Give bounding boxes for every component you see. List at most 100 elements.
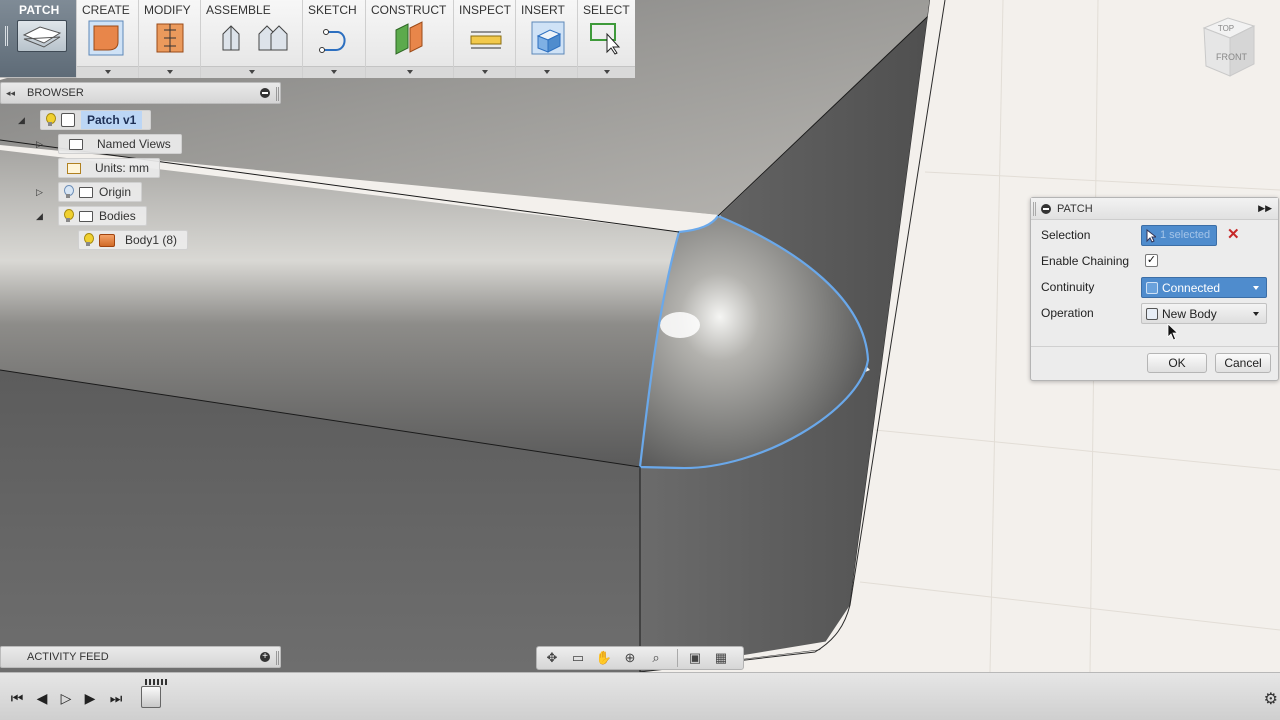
sketch-curve-icon[interactable] xyxy=(316,20,352,56)
as-built-joint-icon[interactable] xyxy=(255,20,291,56)
panel-grip-icon[interactable] xyxy=(276,651,279,665)
go-to-end-icon[interactable]: ⏭ xyxy=(108,690,124,706)
modify-icon[interactable] xyxy=(153,20,189,56)
viewcube-top-label[interactable]: TOP xyxy=(1218,24,1234,33)
assemble-dropdown-arrow[interactable] xyxy=(201,66,302,78)
browser-item-label: Bodies xyxy=(99,209,136,223)
orbit-icon[interactable]: ✥ xyxy=(541,649,563,667)
operation-label: Operation xyxy=(1041,306,1094,320)
browser-title: BROWSER xyxy=(27,87,84,99)
chevron-down-icon xyxy=(1253,286,1259,290)
workspace-switcher[interactable]: PATCH xyxy=(0,0,76,77)
cursor-icon xyxy=(1146,229,1156,243)
viewcube-front-label[interactable]: FRONT xyxy=(1216,52,1247,62)
operation-row: Operation New Body xyxy=(1041,302,1271,324)
modify-group[interactable]: MODIFY xyxy=(138,0,200,78)
browser-item-root[interactable]: ◢ Patch v1 xyxy=(18,110,152,130)
view-cube[interactable]: TOP FRONT xyxy=(1196,14,1260,86)
dialog-grip-icon[interactable] xyxy=(1033,202,1036,216)
activity-feed-title: ACTIVITY FEED xyxy=(27,651,109,663)
joint-icon[interactable] xyxy=(213,20,249,56)
expand-plus-icon[interactable]: + xyxy=(260,652,270,662)
create-patch-icon[interactable] xyxy=(88,20,124,56)
continuity-dropdown[interactable]: Connected xyxy=(1141,277,1267,298)
dialog-header[interactable]: PATCH ▶▶ xyxy=(1031,198,1278,220)
new-body-icon xyxy=(1146,308,1158,320)
timeline-feature-patch[interactable] xyxy=(141,686,161,708)
sketch-dropdown-arrow[interactable] xyxy=(303,66,365,78)
select-label: SELECT xyxy=(583,3,630,17)
continuity-icon xyxy=(1146,282,1158,294)
construct-dropdown-arrow[interactable] xyxy=(366,66,453,78)
expanded-triangle-icon[interactable]: ◢ xyxy=(18,115,25,126)
zoom-window-icon[interactable]: ⊕ xyxy=(619,649,641,667)
collapse-panel-icon[interactable]: ◂◂ xyxy=(6,88,15,99)
assemble-label: ASSEMBLE xyxy=(206,3,271,17)
look-at-icon[interactable]: ▭ xyxy=(567,649,589,667)
navigation-bar: ✥ ▭ ✋ ⊕ ⌕ ▣ ▦ xyxy=(536,646,744,670)
insert-dropdown-arrow[interactable] xyxy=(516,66,577,78)
document-icon xyxy=(61,113,75,127)
zoom-fit-icon[interactable]: ⌕ xyxy=(645,649,667,667)
panel-grip-icon[interactable] xyxy=(276,87,279,101)
visibility-bulb-icon[interactable] xyxy=(45,113,56,127)
construct-group[interactable]: CONSTRUCT xyxy=(365,0,453,78)
collapsed-triangle-icon[interactable]: ▷ xyxy=(36,139,43,150)
step-back-icon[interactable]: ◀ xyxy=(34,690,50,706)
folder-icon xyxy=(79,210,93,222)
insert-body-icon[interactable] xyxy=(530,20,566,56)
display-settings-icon[interactable]: ▣ xyxy=(684,649,706,667)
assemble-group[interactable]: ASSEMBLE xyxy=(200,0,302,78)
browser-item-origin[interactable]: ▷ Origin xyxy=(36,182,143,202)
browser-item-named-views[interactable]: ▷ Named Views xyxy=(36,134,182,154)
inspect-label: INSPECT xyxy=(459,3,512,17)
select-group[interactable]: SELECT xyxy=(577,0,635,78)
browser-item-label: Body1 (8) xyxy=(125,233,178,247)
selection-value: 1 selected xyxy=(1160,229,1211,241)
offset-plane-icon[interactable] xyxy=(392,20,428,56)
select-box-icon[interactable] xyxy=(589,20,625,56)
modify-label: MODIFY xyxy=(144,3,191,17)
selection-button[interactable]: 1 selected xyxy=(1141,225,1217,246)
mouse-pointer-icon xyxy=(1167,323,1179,341)
browser-item-bodies[interactable]: ◢ Bodies xyxy=(36,206,147,226)
browser-item-body1[interactable]: Body1 (8) xyxy=(78,230,189,250)
visibility-bulb-icon[interactable] xyxy=(63,209,74,223)
sketch-group[interactable]: SKETCH xyxy=(302,0,365,78)
grid-settings-icon[interactable]: ▦ xyxy=(710,649,732,667)
browser-item-label: Named Views xyxy=(97,137,171,151)
enable-chaining-checkbox[interactable]: ✓ xyxy=(1145,254,1158,267)
clear-selection-icon[interactable]: ✕ xyxy=(1227,225,1240,243)
insert-group[interactable]: INSERT xyxy=(515,0,577,78)
continuity-label: Continuity xyxy=(1041,280,1095,294)
play-icon[interactable]: ▷ xyxy=(58,690,74,706)
workspace-label: PATCH xyxy=(19,3,60,17)
create-group[interactable]: CREATE xyxy=(76,0,138,78)
visibility-bulb-icon[interactable] xyxy=(63,185,74,199)
visibility-bulb-icon[interactable] xyxy=(83,233,94,247)
expanded-triangle-icon[interactable]: ◢ xyxy=(36,211,43,222)
dialog-minimize-icon[interactable] xyxy=(1041,204,1051,214)
go-to-start-icon[interactable]: ⏮ xyxy=(9,690,25,706)
measure-icon[interactable] xyxy=(468,20,504,56)
dialog-expand-icon[interactable]: ▶▶ xyxy=(1258,203,1272,214)
ok-button[interactable]: OK xyxy=(1147,353,1207,373)
inspect-group[interactable]: INSPECT xyxy=(453,0,515,78)
select-dropdown-arrow[interactable] xyxy=(578,66,635,78)
inspect-dropdown-arrow[interactable] xyxy=(454,66,515,78)
gear-icon[interactable]: ⚙ xyxy=(1264,689,1278,709)
pan-hand-icon[interactable]: ✋ xyxy=(593,649,615,667)
step-forward-icon[interactable]: ▶ xyxy=(82,690,98,706)
cancel-button[interactable]: Cancel xyxy=(1215,353,1271,373)
browser-item-units[interactable]: Units: mm xyxy=(58,158,160,178)
create-dropdown-arrow[interactable] xyxy=(77,66,138,78)
chaining-label: Enable Chaining xyxy=(1041,254,1130,268)
modify-dropdown-arrow[interactable] xyxy=(139,66,200,78)
timeline-marker[interactable] xyxy=(145,679,167,685)
dialog-title: PATCH xyxy=(1057,203,1093,215)
activity-feed-panel[interactable]: ACTIVITY FEED + xyxy=(0,646,281,668)
browser-panel-header[interactable]: ◂◂ BROWSER xyxy=(0,82,281,104)
collapsed-triangle-icon[interactable]: ▷ xyxy=(36,187,43,198)
minimize-icon[interactable] xyxy=(260,88,270,98)
operation-dropdown[interactable]: New Body xyxy=(1141,303,1267,324)
